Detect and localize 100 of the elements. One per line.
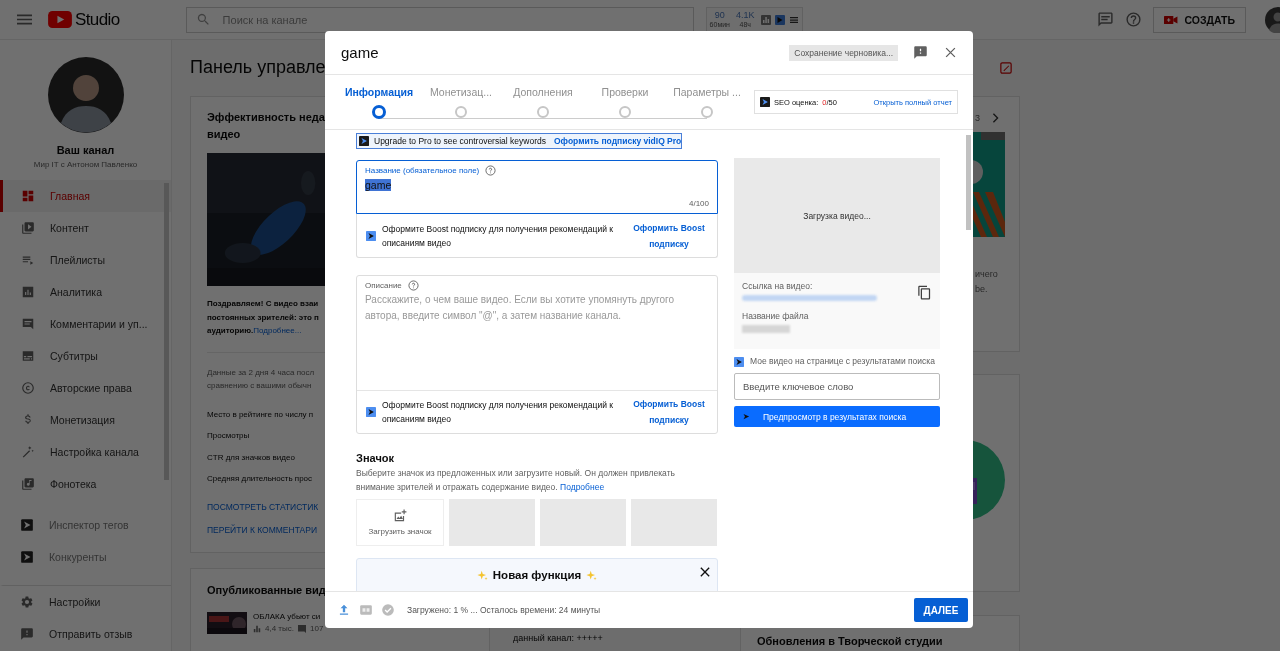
copy-icon[interactable] — [917, 285, 932, 300]
vidiq-logo-icon — [760, 97, 770, 107]
boost-link[interactable]: Оформить Boost подписку — [629, 219, 709, 252]
gear-icon — [20, 595, 34, 609]
bar-chart-icon — [21, 285, 35, 299]
section-title: Значок — [356, 452, 395, 464]
scrollbar[interactable] — [164, 183, 169, 480]
card-link[interactable]: ПОСМОТРЕТЬ СТАТИСТИК — [207, 501, 319, 512]
play-logo-icon[interactable] — [48, 11, 72, 28]
stat-value: 4.1K — [736, 11, 755, 20]
feedback-icon[interactable] — [1097, 11, 1115, 28]
subtitles-icon — [21, 349, 35, 363]
copyright-icon — [21, 381, 35, 395]
step-tab[interactable]: Монетизац... — [429, 85, 493, 99]
menu-icon[interactable] — [17, 14, 32, 25]
video-title[interactable]: ОБЛАКА убьют си — [253, 612, 321, 621]
page-title: Панель управле — [190, 57, 325, 79]
video-camera-icon — [1164, 14, 1179, 25]
page-number: 3 — [975, 113, 980, 123]
vidiq-logo-icon[interactable] — [774, 14, 785, 25]
feedback-icon[interactable] — [913, 45, 928, 60]
step-tab[interactable]: Дополнения — [513, 85, 573, 99]
music-library-icon — [21, 477, 35, 491]
logo-text[interactable]: Studio — [75, 9, 120, 30]
boost-text: Оформите Boost подписку для получения рекомендаций к описаниям видео — [382, 399, 614, 426]
news-text: ичего — [975, 268, 999, 281]
sidebar-item[interactable]: Авторские права — [0, 372, 171, 404]
close-icon[interactable] — [700, 567, 710, 577]
upload-status: Загружено: 1 % ... Осталось времени: 24 минуты — [407, 605, 601, 615]
sidebar-item[interactable]: Инспектор тегов — [0, 509, 171, 541]
comment-icon — [21, 317, 35, 331]
dialog-title: game — [341, 44, 379, 61]
sidebar-item[interactable]: Плейлисты — [0, 244, 171, 276]
search-preview-text: Мое видео на странице с результатами поиска — [750, 355, 935, 368]
close-icon[interactable] — [943, 45, 958, 60]
sidebar-item[interactable]: Монетизация — [0, 404, 171, 436]
sidebar-item[interactable]: Конкуренты — [0, 541, 171, 573]
boost-link[interactable]: Оформить Boost подписку — [629, 396, 709, 428]
chevron-right-icon[interactable] — [992, 113, 999, 123]
card-title: видео — [207, 127, 241, 142]
more-link[interactable]: Подробнее — [560, 482, 605, 492]
description-field[interactable]: Описание Расскажите, о чем ваше видео. Если вы хотите упомянуть другого автора, введите символ "@", а затем название канала. Оформите Boost подписку для получения рекомендаций к описаниям видео Оформить Boost подписку — [356, 275, 718, 434]
preview-button[interactable]: Предпросмотр в результатах поиска — [734, 406, 940, 427]
upload-thumbnail-button[interactable]: Загрузить значок — [356, 499, 444, 546]
vidiq-logo-icon — [20, 550, 34, 564]
avatar[interactable] — [47, 57, 124, 133]
sidebar-item[interactable]: Настройки — [0, 585, 171, 618]
sidebar-item[interactable]: Фонотека — [0, 468, 171, 500]
comment-icon — [298, 624, 306, 633]
message-text: постоянных зрителей: это п — [207, 311, 319, 324]
sidebar-item[interactable]: Аналитика — [0, 276, 171, 308]
sidebar-item[interactable]: Субтитры — [0, 340, 171, 372]
card-link[interactable]: ПЕРЕЙТИ К КОММЕНТАРИ — [207, 524, 317, 535]
dashboard-icon — [21, 189, 35, 203]
create-button[interactable]: СОЗДАТЬ — [1153, 6, 1246, 33]
subscribe-link[interactable]: Оформить подписку vidIQ Pro — [554, 136, 682, 146]
sidebar-item[interactable]: Настройка канала — [0, 436, 171, 468]
sidebar-item[interactable]: Отправить отзыв — [0, 618, 171, 650]
step-tab[interactable]: Информация — [344, 85, 414, 99]
card-title: Опубликованные вид — [207, 583, 326, 598]
step-tab[interactable]: Параметры ... — [673, 85, 741, 99]
vidiq-logo-icon — [742, 412, 751, 421]
sidebar-item[interactable]: Контент — [0, 212, 171, 244]
chart-icon[interactable] — [760, 14, 771, 25]
video-library-icon — [21, 221, 35, 235]
list-icon[interactable] — [788, 14, 799, 25]
message-text: Поздравляем! С видео взаи — [207, 298, 319, 310]
metric-label: Средняя длительность прос — [207, 473, 313, 485]
next-button[interactable]: ДАЛЕЕ — [914, 598, 968, 622]
more-link[interactable]: Подробнее... — [253, 326, 302, 335]
help-icon[interactable] — [407, 280, 419, 291]
boost-text: Оформите Boost подписку для получения рекомендаций к описаниям видео — [382, 222, 614, 250]
check-circle-icon — [381, 603, 395, 617]
add-image-icon — [393, 509, 407, 523]
sparkle-icon — [476, 570, 488, 581]
card-title: Обновления в Творческой студии — [757, 635, 943, 648]
keyword-field[interactable]: Введите ключевое слово — [734, 373, 940, 400]
vidiq-logo-icon — [20, 518, 34, 532]
grid-badge-icon — [359, 603, 373, 617]
bar-chart-icon — [253, 624, 261, 633]
sidebar-item[interactable]: Главная — [0, 180, 171, 212]
upload-icon — [337, 603, 351, 617]
title-field[interactable]: Название (обязательное поле) game 4/100 — [356, 160, 718, 214]
scrollbar[interactable] — [966, 135, 971, 230]
preview-status: Загрузка видео... — [803, 210, 871, 221]
vidiq-logo-icon — [366, 407, 376, 417]
edit-icon[interactable] — [1000, 62, 1012, 74]
banner-text: Upgrade to Pro to see controversial keywords — [374, 136, 546, 146]
sidebar-item[interactable]: Комментарии и уп... — [0, 308, 171, 340]
metric-label: CTR для значков видео — [207, 451, 295, 464]
message-text: аудиторию.Подробнее... — [207, 325, 302, 337]
help-icon[interactable] — [485, 165, 497, 176]
step-tab[interactable]: Проверки — [601, 85, 649, 99]
search-icon — [195, 11, 211, 27]
field-value: game — [365, 179, 392, 191]
help-icon[interactable] — [1125, 11, 1143, 28]
info-label: Ссылка на видео: — [742, 281, 814, 291]
channel-title: Ваш канал — [55, 144, 116, 156]
save-status: Сохранение черновика... — [789, 44, 898, 61]
metric-label: Место в рейтинге по числу п — [207, 408, 314, 421]
